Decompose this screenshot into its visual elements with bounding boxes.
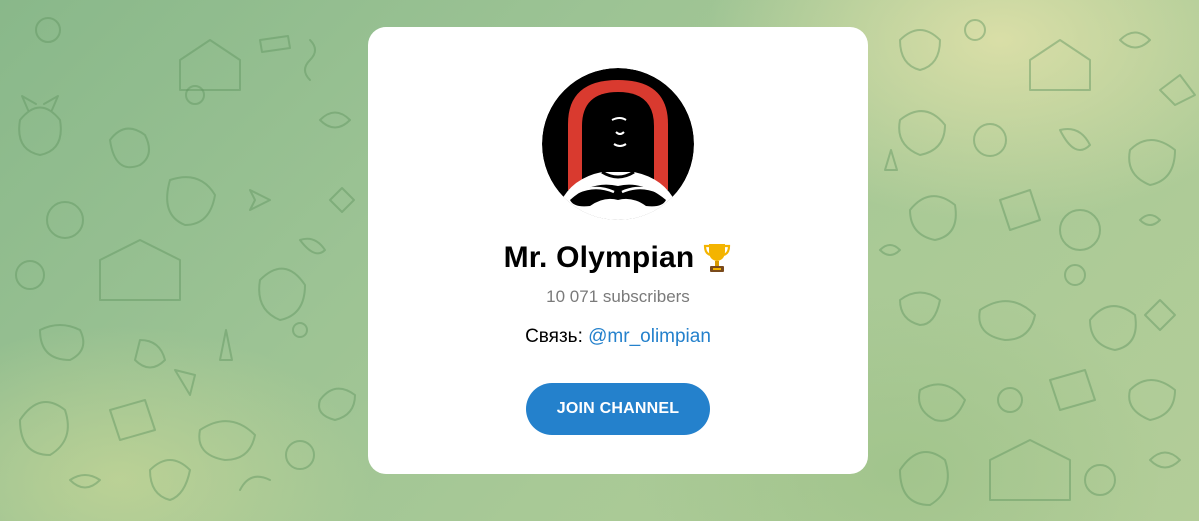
channel-title: Mr. Olympian xyxy=(503,241,695,274)
channel-card: Mr. Olympian 10 071 subscribers Связь: @… xyxy=(368,27,868,474)
subscriber-count: 10 071 subscribers xyxy=(546,287,690,306)
channel-title-row: Mr. Olympian xyxy=(368,238,868,278)
channel-avatar xyxy=(542,68,694,220)
description-prefix: Связь: xyxy=(525,326,589,347)
bodybuilder-logo-icon xyxy=(542,68,694,220)
contact-username-link[interactable]: @mr_olimpian xyxy=(588,326,711,347)
join-channel-button[interactable]: JOIN CHANNEL xyxy=(526,383,710,435)
channel-description: Связь: @mr_olimpian xyxy=(368,326,868,348)
trophy-icon xyxy=(704,244,731,272)
